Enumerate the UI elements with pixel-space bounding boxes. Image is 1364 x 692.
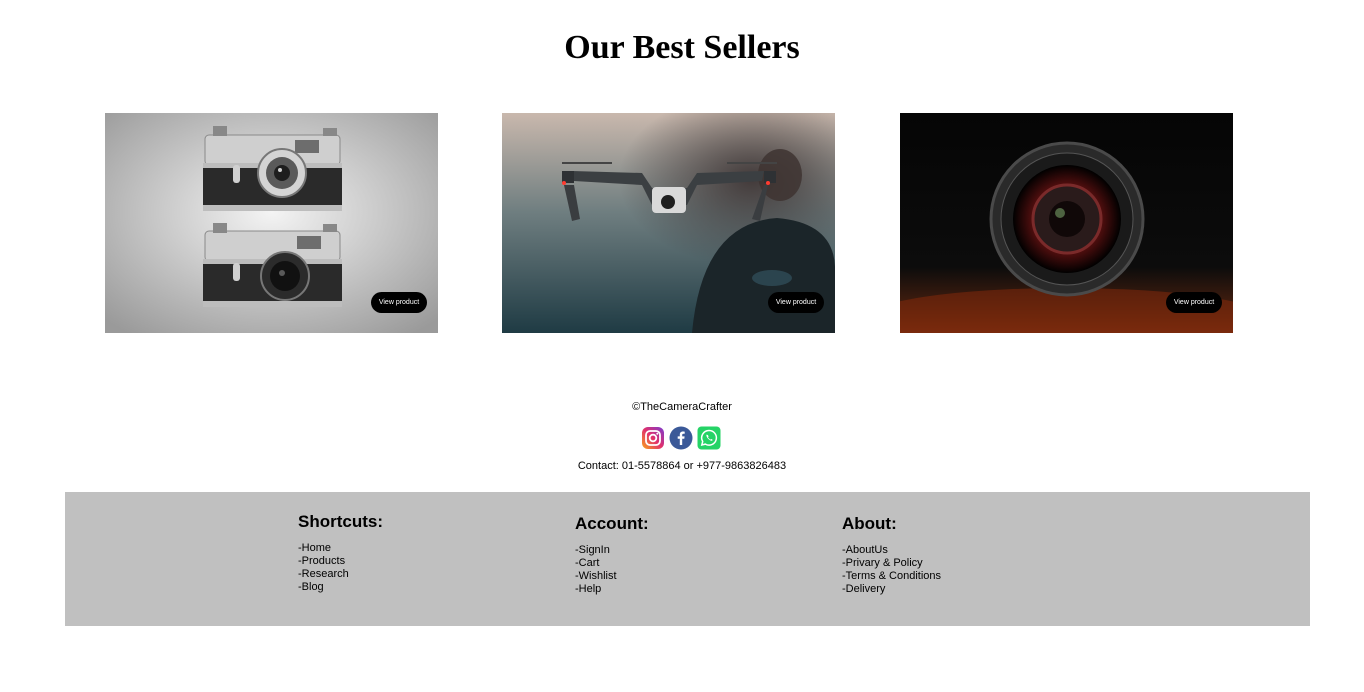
view-product-button[interactable]: View product (768, 292, 824, 313)
site-footer: Shortcuts: -Home -Products -Research -Bl… (65, 492, 1310, 626)
footer-link-cart[interactable]: -Cart (575, 557, 617, 570)
product-card-lens[interactable]: View product (900, 113, 1233, 333)
contact-text: Contact: 01-5578864 or +977-9863826483 (577, 460, 787, 472)
footer-link-delivery[interactable]: -Delivery (842, 583, 941, 596)
footer-link-wishlist[interactable]: -Wishlist (575, 570, 617, 583)
footer-link-privacy-policy[interactable]: -Privary & Policy (842, 557, 941, 570)
product-card-cameras[interactable]: View product (105, 113, 438, 333)
instagram-icon[interactable] (641, 426, 665, 450)
footer-column-shortcuts: Shortcuts: -Home -Products -Research -Bl… (298, 511, 383, 593)
copyright-text: ©TheCameraCrafter (632, 401, 732, 413)
social-links (641, 426, 721, 452)
footer-link-help[interactable]: -Help (575, 583, 617, 596)
footer-column-account: Account: -SignIn -Cart -Wishlist -Help (575, 513, 649, 595)
product-card-drone[interactable]: View product (502, 113, 835, 333)
view-product-button[interactable]: View product (371, 292, 427, 313)
footer-column-about: About: -AboutUs -Privary & Policy -Terms… (842, 513, 941, 595)
whatsapp-icon[interactable] (697, 426, 721, 450)
footer-link-terms[interactable]: -Terms & Conditions (842, 570, 941, 583)
view-product-button[interactable]: View product (1166, 292, 1222, 313)
footer-link-signin[interactable]: -SignIn (575, 544, 617, 557)
footer-link-blog[interactable]: -Blog (298, 581, 349, 594)
footer-link-about-us[interactable]: -AboutUs (842, 544, 941, 557)
footer-column-title: About: (842, 514, 897, 533)
footer-column-title: Account: (575, 514, 649, 533)
footer-link-home[interactable]: -Home (298, 542, 349, 555)
footer-link-research[interactable]: -Research (298, 568, 349, 581)
best-sellers-heading: Our Best Sellers (564, 29, 800, 66)
footer-link-products[interactable]: -Products (298, 555, 349, 568)
footer-column-title: Shortcuts: (298, 512, 383, 531)
facebook-icon[interactable] (669, 426, 693, 450)
